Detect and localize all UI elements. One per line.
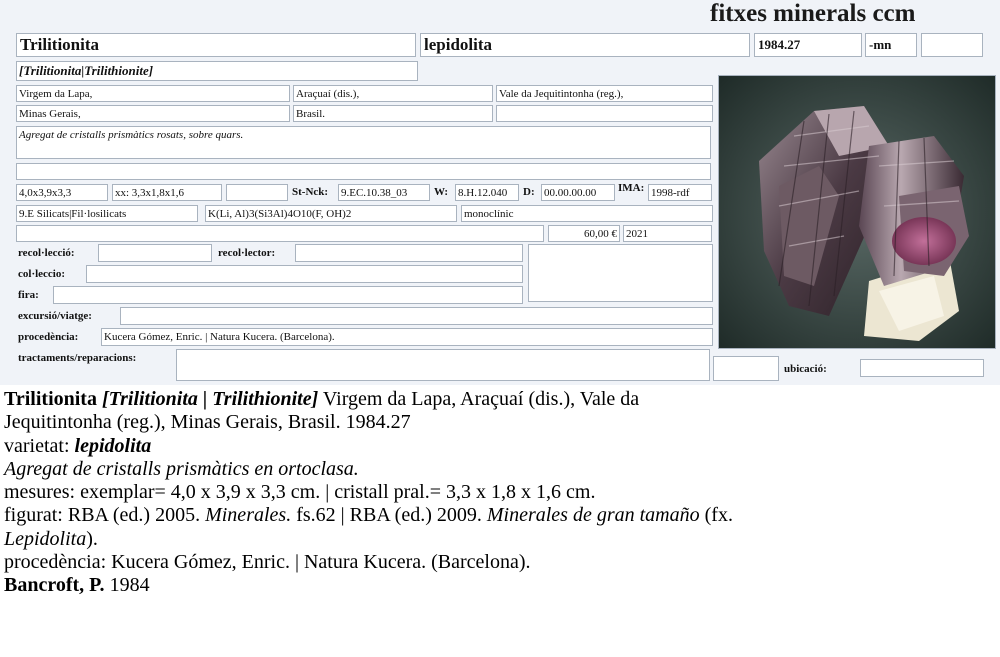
collector-label: recol·lector: xyxy=(218,247,276,259)
excursio-label: excursió/viatge: xyxy=(18,310,92,322)
coleccio-label: col·leccio: xyxy=(18,268,66,280)
desc-varietat-label: varietat: xyxy=(4,434,75,457)
desc-habit: Agregat de cristalls prismàtics en ortoc… xyxy=(4,457,359,480)
mineral-record-card: fitxes minerals ccm Trilitionita lepidol… xyxy=(0,0,1000,385)
w-field[interactable]: 8.H.12.040 xyxy=(455,184,519,201)
strunz-label: St-Nck: xyxy=(292,186,329,198)
figurat-part-1: figurat: RBA (ed.) 2005. xyxy=(4,504,206,527)
excursio-field[interactable] xyxy=(120,307,713,325)
district-field[interactable]: Araçuaí (dis.), xyxy=(293,85,493,102)
mineral-photo xyxy=(718,75,996,349)
desc-variety-line: varietat: lepidolita xyxy=(4,435,994,458)
strunz-field[interactable]: 9.EC.10.38_03 xyxy=(338,184,430,201)
locality-extra-field[interactable] xyxy=(496,105,713,122)
desc-procedencia: procedència: Kucera Gómez, Enric. | Natu… xyxy=(4,551,531,574)
desc-figurat: figurat: RBA (ed.) 2005. Minerales. fs.6… xyxy=(4,504,994,527)
procedencia-label: procedència: xyxy=(18,331,79,343)
ref-author: Bancroft, P. xyxy=(4,574,105,597)
collection-label: recol·lecció: xyxy=(18,247,75,259)
tractaments-field[interactable] xyxy=(176,349,710,381)
catalog-number-field[interactable]: 1984.27 xyxy=(754,33,862,57)
desc-reference: Bancroft, P. 1984 xyxy=(4,574,994,597)
desc-figurat-cont: Lepidolita). xyxy=(4,528,994,551)
tractaments-label: tractaments/reparacions: xyxy=(18,352,137,364)
coleccio-field[interactable] xyxy=(86,265,523,283)
price-field[interactable]: 60,00 € xyxy=(548,225,620,242)
catalog-extra-field[interactable] xyxy=(921,33,983,57)
notes-field[interactable] xyxy=(16,225,544,242)
w-label: W: xyxy=(434,186,449,198)
ima-field[interactable]: 1998-rdf xyxy=(648,184,712,201)
variety-field[interactable]: lepidolita xyxy=(420,33,750,57)
crystal-size-field[interactable]: xx: 3,3x1,8x1,6 xyxy=(112,184,222,201)
dimensions-field[interactable]: 4,0x3,9x3,3 xyxy=(16,184,108,201)
crystal-system-field[interactable]: monoclínic xyxy=(461,205,713,222)
desc-locality-2: Jequitintonha (reg.), Minas Gerais, Bras… xyxy=(4,411,411,434)
desc-locality-1: Virgem da Lapa, Araçuaí (dis.), Vale da xyxy=(318,388,640,410)
collector-field[interactable] xyxy=(295,244,523,262)
locality-field[interactable]: Virgem da Lapa, xyxy=(16,85,290,102)
desc-synonyms: [Trilitionita | Trilithionite] xyxy=(101,388,319,410)
ref-year: 1984 xyxy=(104,574,150,597)
ubicacio-prefix-field[interactable] xyxy=(713,356,779,381)
d-label: D: xyxy=(523,186,535,198)
figurat-part-4: Minerales de gran tamaño xyxy=(486,504,700,527)
ubicacio-field[interactable] xyxy=(860,359,984,377)
fira-label: fira: xyxy=(18,289,39,301)
desc-varietat-value: lepidolita xyxy=(74,434,152,457)
procedencia-field[interactable]: Kucera Gómez, Enric. | Natura Kucera. (B… xyxy=(101,328,713,346)
region-field[interactable]: Vale da Jequitintonha (reg.), xyxy=(496,85,713,102)
species-field[interactable]: Trilitionita xyxy=(16,33,416,57)
card-header-title: fitxes minerals ccm xyxy=(710,0,916,27)
desc-species: Trilitionita xyxy=(4,388,97,410)
figurat-part-5: (fx. xyxy=(699,504,733,527)
ubicacio-label: ubicació: xyxy=(784,363,827,375)
formula-field[interactable]: K(Li, Al)3(Si3Al)4O10(F, OH)2 xyxy=(205,205,457,222)
catalog-suffix-field[interactable]: -mn xyxy=(865,33,917,57)
figurat-part-2: Minerales. xyxy=(205,504,292,527)
fira-field[interactable] xyxy=(53,286,523,304)
figurat-part-3: fs.62 | RBA (ed.) 2009. xyxy=(291,504,487,527)
description-title-line: Trilitionita [Trilitionita | Trilithioni… xyxy=(4,388,994,411)
description-extra-field[interactable] xyxy=(16,163,711,180)
d-field[interactable]: 00.00.00.00 xyxy=(541,184,615,201)
year-field[interactable]: 2021 xyxy=(623,225,712,242)
side-notes-field[interactable] xyxy=(528,244,713,302)
state-field[interactable]: Minas Gerais, xyxy=(16,105,290,122)
blank-field[interactable] xyxy=(226,184,288,201)
description-field[interactable]: Agregat de cristalls prismàtics rosats, … xyxy=(16,126,711,159)
country-field[interactable]: Brasil. xyxy=(293,105,493,122)
ima-label: IMA: xyxy=(618,182,645,194)
figurat-part-6: Lepidolita xyxy=(4,527,87,550)
mineral-specimen-icon xyxy=(719,76,995,348)
collection-field[interactable] xyxy=(98,244,212,262)
specimen-description: Trilitionita [Trilitionita | Trilithioni… xyxy=(4,388,994,598)
figurat-part-7: ). xyxy=(86,527,98,550)
synonyms-field[interactable]: [Trilitionita|Trilithionite] xyxy=(16,61,418,81)
class-field[interactable]: 9.E Silicats|Fil·losilicats xyxy=(16,205,198,222)
desc-mesures: mesures: exemplar= 4,0 x 3,9 x 3,3 cm. |… xyxy=(4,481,596,504)
